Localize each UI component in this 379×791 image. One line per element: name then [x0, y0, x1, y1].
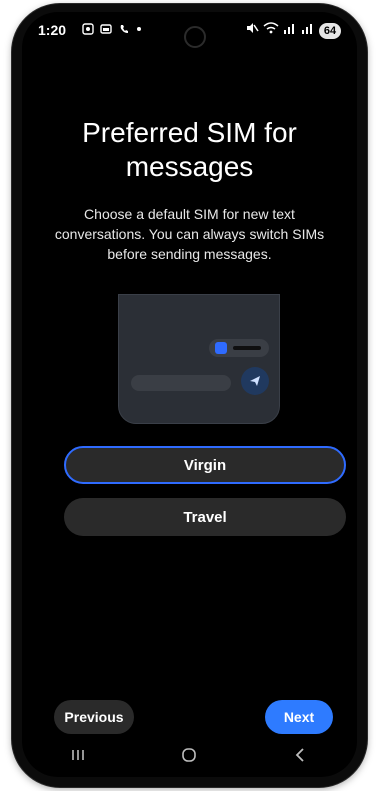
page-subtitle: Choose a default SIM for new text conver… — [54, 206, 325, 262]
signal-icon — [301, 21, 315, 40]
battery-icon: 64 — [319, 22, 341, 39]
sim-chip-illustration — [209, 339, 269, 357]
phone-icon — [118, 23, 130, 38]
sim-option-virgin[interactable]: Virgin — [64, 446, 346, 484]
gallery-icon — [100, 23, 112, 38]
title-line-2: messages — [125, 151, 254, 182]
screenshot-icon — [82, 23, 94, 38]
system-nav-bar — [22, 733, 357, 777]
chip-bar — [233, 346, 261, 350]
recents-icon[interactable] — [66, 743, 90, 767]
wifi-icon — [263, 21, 279, 40]
message-input-illustration — [131, 375, 231, 391]
contact-icon — [215, 342, 227, 354]
back-icon[interactable] — [289, 743, 313, 767]
screen: 1:20 64 Preferred SIM for messages Choos… — [22, 12, 357, 777]
dot-icon — [136, 23, 142, 38]
camera-hole — [184, 26, 206, 48]
status-bar: 1:20 64 — [22, 12, 357, 48]
page-title: Preferred SIM for messages — [22, 116, 357, 184]
status-time: 1:20 — [38, 22, 67, 38]
messages-illustration — [118, 294, 280, 424]
previous-button[interactable]: Previous — [54, 700, 134, 734]
send-icon — [241, 367, 269, 395]
home-icon[interactable] — [177, 743, 201, 767]
next-button[interactable]: Next — [265, 700, 333, 734]
sim-option-travel[interactable]: Travel — [64, 498, 346, 536]
title-line-1: Preferred SIM for — [82, 117, 297, 148]
signal-icon — [283, 21, 297, 40]
status-left-icons — [82, 23, 142, 38]
mute-icon — [245, 21, 259, 40]
status-right-icons: 64 — [245, 21, 341, 40]
